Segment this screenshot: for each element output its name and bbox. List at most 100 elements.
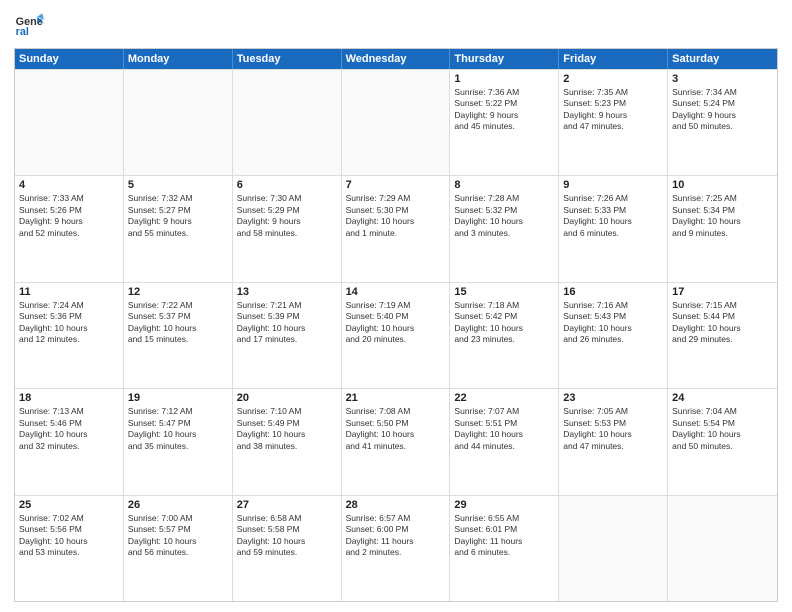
day-number: 5 [128,179,228,191]
day-number: 13 [237,286,337,298]
svg-text:ral: ral [16,26,29,38]
day-info: Sunrise: 7:33 AM Sunset: 5:26 PM Dayligh… [19,193,119,239]
day-info: Sunrise: 7:02 AM Sunset: 5:56 PM Dayligh… [19,513,119,559]
calendar-header: SundayMondayTuesdayWednesdayThursdayFrid… [15,49,777,69]
day-info: Sunrise: 7:32 AM Sunset: 5:27 PM Dayligh… [128,193,228,239]
day-number: 6 [237,179,337,191]
day-number: 26 [128,499,228,511]
calendar-cell: 21 Sunrise: 7:08 AM Sunset: 5:50 PM Dayli… [342,389,451,494]
day-info: Sunrise: 7:16 AM Sunset: 5:43 PM Dayligh… [563,300,663,346]
day-info: Sunrise: 6:55 AM Sunset: 6:01 PM Dayligh… [454,513,554,559]
day-number: 19 [128,392,228,404]
calendar-cell [15,70,124,175]
weekday-header: Saturday [668,49,777,69]
day-number: 12 [128,286,228,298]
calendar-row: 25 Sunrise: 7:02 AM Sunset: 5:56 PM Dayli… [15,495,777,601]
calendar-cell [668,496,777,601]
day-number: 18 [19,392,119,404]
day-info: Sunrise: 7:13 AM Sunset: 5:46 PM Dayligh… [19,406,119,452]
day-info: Sunrise: 7:08 AM Sunset: 5:50 PM Dayligh… [346,406,446,452]
calendar-row: 1 Sunrise: 7:36 AM Sunset: 5:22 PM Daylig… [15,69,777,175]
calendar-body: 1 Sunrise: 7:36 AM Sunset: 5:22 PM Daylig… [15,69,777,601]
calendar-cell: 10 Sunrise: 7:25 AM Sunset: 5:34 PM Dayli… [668,176,777,281]
calendar-cell: 15Sunrise: 7:18 AM Sunset: 5:42 PM Dayli… [450,283,559,388]
day-number: 24 [672,392,773,404]
day-number: 8 [454,179,554,191]
day-info: Sunrise: 7:19 AM Sunset: 5:40 PM Dayligh… [346,300,446,346]
calendar-cell: 16Sunrise: 7:16 AM Sunset: 5:43 PM Dayli… [559,283,668,388]
weekday-header: Tuesday [233,49,342,69]
calendar-cell: 23Sunrise: 7:05 AM Sunset: 5:53 PM Dayli… [559,389,668,494]
calendar-row: 11 Sunrise: 7:24 AM Sunset: 5:36 PM Dayli… [15,282,777,388]
day-info: Sunrise: 7:36 AM Sunset: 5:22 PM Dayligh… [454,87,554,133]
weekday-header: Thursday [450,49,559,69]
calendar-cell: 17 Sunrise: 7:15 AM Sunset: 5:44 PM Dayli… [668,283,777,388]
day-info: Sunrise: 7:24 AM Sunset: 5:36 PM Dayligh… [19,300,119,346]
calendar-cell: 25 Sunrise: 7:02 AM Sunset: 5:56 PM Dayli… [15,496,124,601]
day-number: 11 [19,286,119,298]
day-info: Sunrise: 7:30 AM Sunset: 5:29 PM Dayligh… [237,193,337,239]
calendar-cell: 22Sunrise: 7:07 AM Sunset: 5:51 PM Dayli… [450,389,559,494]
calendar-cell: 2 Sunrise: 7:35 AM Sunset: 5:23 PM Daylig… [559,70,668,175]
weekday-header: Friday [559,49,668,69]
day-info: Sunrise: 7:00 AM Sunset: 5:57 PM Dayligh… [128,513,228,559]
weekday-header: Monday [124,49,233,69]
calendar-cell: 6 Sunrise: 7:30 AM Sunset: 5:29 PM Daylig… [233,176,342,281]
calendar-cell: 5 Sunrise: 7:32 AM Sunset: 5:27 PM Daylig… [124,176,233,281]
day-number: 4 [19,179,119,191]
day-number: 28 [346,499,446,511]
calendar-cell [233,70,342,175]
calendar-cell [559,496,668,601]
day-info: Sunrise: 6:57 AM Sunset: 6:00 PM Dayligh… [346,513,446,559]
logo-icon: Gene ral [14,10,44,40]
day-number: 3 [672,73,773,85]
day-number: 15 [454,286,554,298]
day-number: 10 [672,179,773,191]
day-number: 1 [454,73,554,85]
calendar-cell: 20 Sunrise: 7:10 AM Sunset: 5:49 PM Dayli… [233,389,342,494]
day-info: Sunrise: 7:34 AM Sunset: 5:24 PM Dayligh… [672,87,773,133]
day-number: 25 [19,499,119,511]
calendar-cell: 26 Sunrise: 7:00 AM Sunset: 5:57 PM Dayli… [124,496,233,601]
day-number: 9 [563,179,663,191]
day-number: 2 [563,73,663,85]
calendar-cell: 28 Sunrise: 6:57 AM Sunset: 6:00 PM Dayli… [342,496,451,601]
day-info: Sunrise: 7:35 AM Sunset: 5:23 PM Dayligh… [563,87,663,133]
calendar-cell: 7 Sunrise: 7:29 AM Sunset: 5:30 PM Daylig… [342,176,451,281]
day-number: 21 [346,392,446,404]
calendar-cell: 14 Sunrise: 7:19 AM Sunset: 5:40 PM Dayli… [342,283,451,388]
calendar-cell: 12 Sunrise: 7:22 AM Sunset: 5:37 PM Dayli… [124,283,233,388]
day-number: 27 [237,499,337,511]
calendar-row: 18 Sunrise: 7:13 AM Sunset: 5:46 PM Dayli… [15,388,777,494]
day-number: 17 [672,286,773,298]
day-number: 20 [237,392,337,404]
day-number: 14 [346,286,446,298]
calendar-cell: 1 Sunrise: 7:36 AM Sunset: 5:22 PM Daylig… [450,70,559,175]
logo: Gene ral [14,10,48,40]
day-info: Sunrise: 7:10 AM Sunset: 5:49 PM Dayligh… [237,406,337,452]
day-number: 7 [346,179,446,191]
calendar-cell: 27 Sunrise: 6:58 AM Sunset: 5:58 PM Dayli… [233,496,342,601]
day-info: Sunrise: 7:05 AM Sunset: 5:53 PM Dayligh… [563,406,663,452]
calendar-cell: 18 Sunrise: 7:13 AM Sunset: 5:46 PM Dayli… [15,389,124,494]
calendar-row: 4 Sunrise: 7:33 AM Sunset: 5:26 PM Daylig… [15,175,777,281]
day-info: Sunrise: 7:25 AM Sunset: 5:34 PM Dayligh… [672,193,773,239]
calendar-cell [124,70,233,175]
day-info: Sunrise: 7:22 AM Sunset: 5:37 PM Dayligh… [128,300,228,346]
day-info: Sunrise: 7:28 AM Sunset: 5:32 PM Dayligh… [454,193,554,239]
day-info: Sunrise: 7:07 AM Sunset: 5:51 PM Dayligh… [454,406,554,452]
calendar: SundayMondayTuesdayWednesdayThursdayFrid… [14,48,778,602]
day-info: Sunrise: 7:21 AM Sunset: 5:39 PM Dayligh… [237,300,337,346]
day-info: Sunrise: 7:29 AM Sunset: 5:30 PM Dayligh… [346,193,446,239]
weekday-header: Wednesday [342,49,451,69]
calendar-cell: 11 Sunrise: 7:24 AM Sunset: 5:36 PM Dayli… [15,283,124,388]
calendar-cell: 19 Sunrise: 7:12 AM Sunset: 5:47 PM Dayli… [124,389,233,494]
calendar-cell [342,70,451,175]
day-number: 29 [454,499,554,511]
day-info: Sunrise: 7:12 AM Sunset: 5:47 PM Dayligh… [128,406,228,452]
calendar-cell: 8 Sunrise: 7:28 AM Sunset: 5:32 PM Daylig… [450,176,559,281]
day-info: Sunrise: 7:15 AM Sunset: 5:44 PM Dayligh… [672,300,773,346]
day-info: Sunrise: 7:04 AM Sunset: 5:54 PM Dayligh… [672,406,773,452]
day-info: Sunrise: 6:58 AM Sunset: 5:58 PM Dayligh… [237,513,337,559]
calendar-cell: 9Sunrise: 7:26 AM Sunset: 5:33 PM Daylig… [559,176,668,281]
